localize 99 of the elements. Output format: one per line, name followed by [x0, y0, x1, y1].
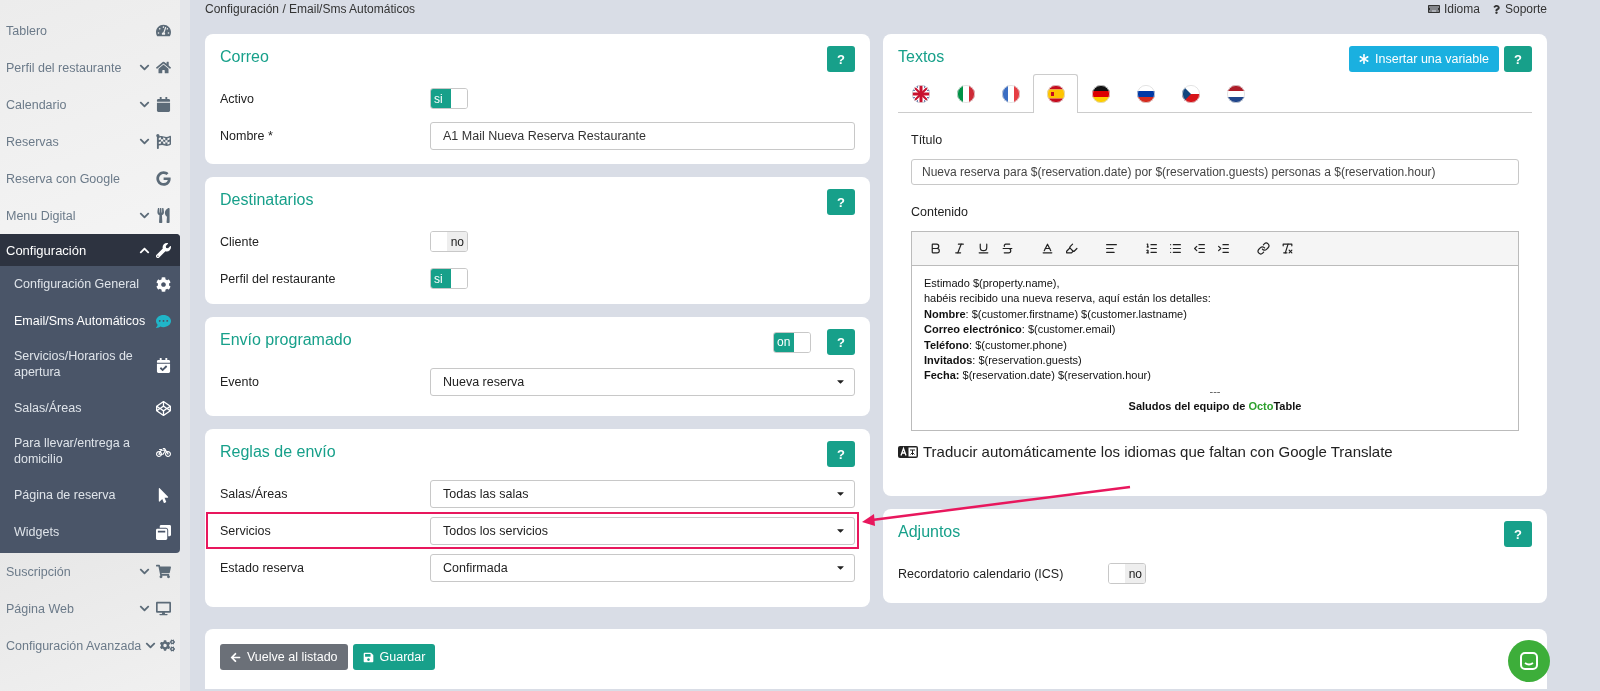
sidebar-subitem[interactable]: Email/Sms Automáticos	[0, 303, 180, 340]
text-line: Fecha: $(reservation.date) $(reservation.hour)	[924, 368, 1152, 384]
card-title: Destinatarios	[220, 191, 314, 209]
menu-icon	[154, 564, 172, 579]
sidebar-item[interactable]: Reserva con Google	[0, 160, 180, 197]
field-label: Perfil del restaurante	[220, 271, 337, 286]
sidebar-item[interactable]: Suscripción	[0, 553, 180, 590]
menu-icon	[154, 97, 172, 112]
field-label: Activo	[220, 91, 256, 106]
help-button[interactable]: ?	[827, 46, 855, 72]
signature-text: Saludos del equipo de OctoTable	[1127, 399, 1303, 415]
flag-icon	[1091, 84, 1110, 103]
field-label: Nombre *	[220, 128, 274, 143]
text-line: habéis recibido una nueva reserva, aquí están los detalles:	[924, 291, 1212, 307]
sidebar-subitem[interactable]: Widgets	[0, 514, 180, 551]
toggle-switch[interactable]: si	[430, 88, 468, 109]
menu-icon	[154, 208, 172, 223]
help-button[interactable]: ?	[1504, 521, 1532, 547]
text-line: Estimado $(property.name),	[924, 276, 1061, 291]
input-field[interactable]: Nueva reserva para $(reservation.date) por $(reservation.guests) personas a $(reservation.hour)	[911, 159, 1519, 185]
sidebar-item[interactable]: Tablero	[0, 12, 180, 49]
help-button[interactable]: ?	[827, 441, 855, 467]
select-field[interactable]: Todos los servicios	[430, 516, 855, 545]
card-title: Reglas de envío	[220, 443, 336, 461]
field-label: Salas/Áreas	[220, 486, 289, 501]
menu-icon	[154, 23, 172, 38]
toggle-switch[interactable]: on	[773, 331, 811, 353]
top-link[interactable]: Idioma	[1427, 2, 1480, 16]
help-button[interactable]: ?	[827, 189, 855, 215]
card-title: Correo	[220, 48, 269, 66]
save-icon	[362, 651, 374, 663]
input-field[interactable]: A1 Mail Nueva Reserva Restaurante	[430, 121, 855, 150]
sidebar-subitem[interactable]: Para llevar/entrega a domicilio	[0, 427, 180, 477]
wrench-icon	[154, 242, 172, 258]
separator-text: ---	[1208, 383, 1222, 399]
flag-icon	[911, 84, 930, 103]
card-title: Envío programado	[220, 331, 352, 349]
sidebar-item[interactable]: Perfil del restaurante	[0, 49, 180, 86]
text-line: Teléfono: $(customer.phone)	[924, 337, 1068, 353]
flag-icon	[1181, 84, 1200, 103]
menu-icon	[154, 314, 172, 329]
help-button[interactable]: ?	[827, 329, 855, 355]
chat-icon	[1519, 651, 1539, 671]
back-button[interactable]: Vuelve al listado	[220, 644, 348, 670]
field-label: Recordatorio calendario (ICS)	[898, 566, 1065, 581]
rich-text-editor[interactable]	[911, 231, 1519, 431]
menu-icon	[160, 638, 176, 653]
help-button[interactable]: ?	[1504, 46, 1532, 72]
menu-icon	[154, 525, 172, 540]
menu-icon	[154, 60, 172, 75]
sidebar-item[interactable]: Página Web	[0, 590, 180, 627]
select-field[interactable]: Confirmada	[430, 553, 855, 582]
breadcrumb: Configuración / Email/Sms Automáticos	[205, 2, 416, 16]
flag-icon	[1136, 84, 1155, 103]
flag-icon	[956, 84, 975, 103]
asterisk-icon	[1359, 54, 1370, 64]
translate-option[interactable]: Traducir automáticamente los idiomas que faltan con Google Translate	[898, 443, 1532, 460]
field-label: Servicios	[220, 523, 272, 538]
flag-icon	[1046, 85, 1065, 103]
toggle-switch[interactable]: no	[1108, 563, 1146, 584]
field-label: Contenido	[911, 205, 969, 219]
select-field[interactable]: Todas las salas	[430, 479, 855, 508]
menu-icon	[154, 401, 172, 416]
menu-icon	[154, 277, 172, 292]
sidebar-subitem[interactable]: Servicios/Horarios de apertura	[0, 340, 180, 390]
field-label: Estado reserva	[220, 560, 306, 575]
flag-icon	[1226, 84, 1245, 103]
keyboard-icon	[1427, 3, 1440, 15]
sidebar-item[interactable]: Reservas	[0, 123, 180, 160]
menu-icon	[154, 171, 172, 186]
translate-icon	[898, 445, 918, 458]
sidebar-item[interactable]: Configuración Avanzada	[0, 627, 180, 664]
menu-icon	[154, 357, 172, 373]
card-title: Adjuntos	[898, 523, 961, 541]
select-field[interactable]: Nueva reserva	[430, 367, 855, 396]
insert-variable-button[interactable]: Insertar una variable	[1349, 46, 1499, 72]
arrow-left-icon	[230, 651, 241, 663]
card-title: Textos	[898, 48, 945, 66]
toggle-switch[interactable]: si	[430, 268, 468, 289]
field-label: Título	[911, 133, 944, 147]
sidebar-item[interactable]: Configuración	[0, 234, 180, 266]
sidebar-subitem[interactable]: Salas/Áreas	[0, 390, 180, 427]
flag-icon	[1001, 84, 1020, 103]
save-button[interactable]: Guardar	[352, 644, 436, 670]
toggle-switch[interactable]: no	[430, 231, 468, 252]
text-line: Correo electrónico: $(customer.email)	[924, 322, 1117, 338]
field-label: Cliente	[220, 234, 260, 249]
question-icon	[1491, 4, 1501, 14]
text-line: Invitados: $(reservation.guests)	[924, 353, 1083, 369]
menu-icon	[154, 134, 172, 149]
text-line: Nombre: $(customer.firstname) $(customer.lastname)	[924, 306, 1188, 322]
sidebar-item[interactable]: Menu Digital	[0, 197, 180, 234]
top-link[interactable]: Soporte	[1491, 2, 1547, 16]
field-label: Evento	[220, 374, 260, 389]
sidebar-subitem[interactable]: Página de reserva	[0, 477, 180, 514]
sidebar-item[interactable]: Calendario	[0, 86, 180, 123]
menu-icon	[154, 601, 172, 616]
sidebar-subitem[interactable]: Configuración General	[0, 266, 180, 303]
language-tab[interactable]	[1033, 74, 1078, 113]
